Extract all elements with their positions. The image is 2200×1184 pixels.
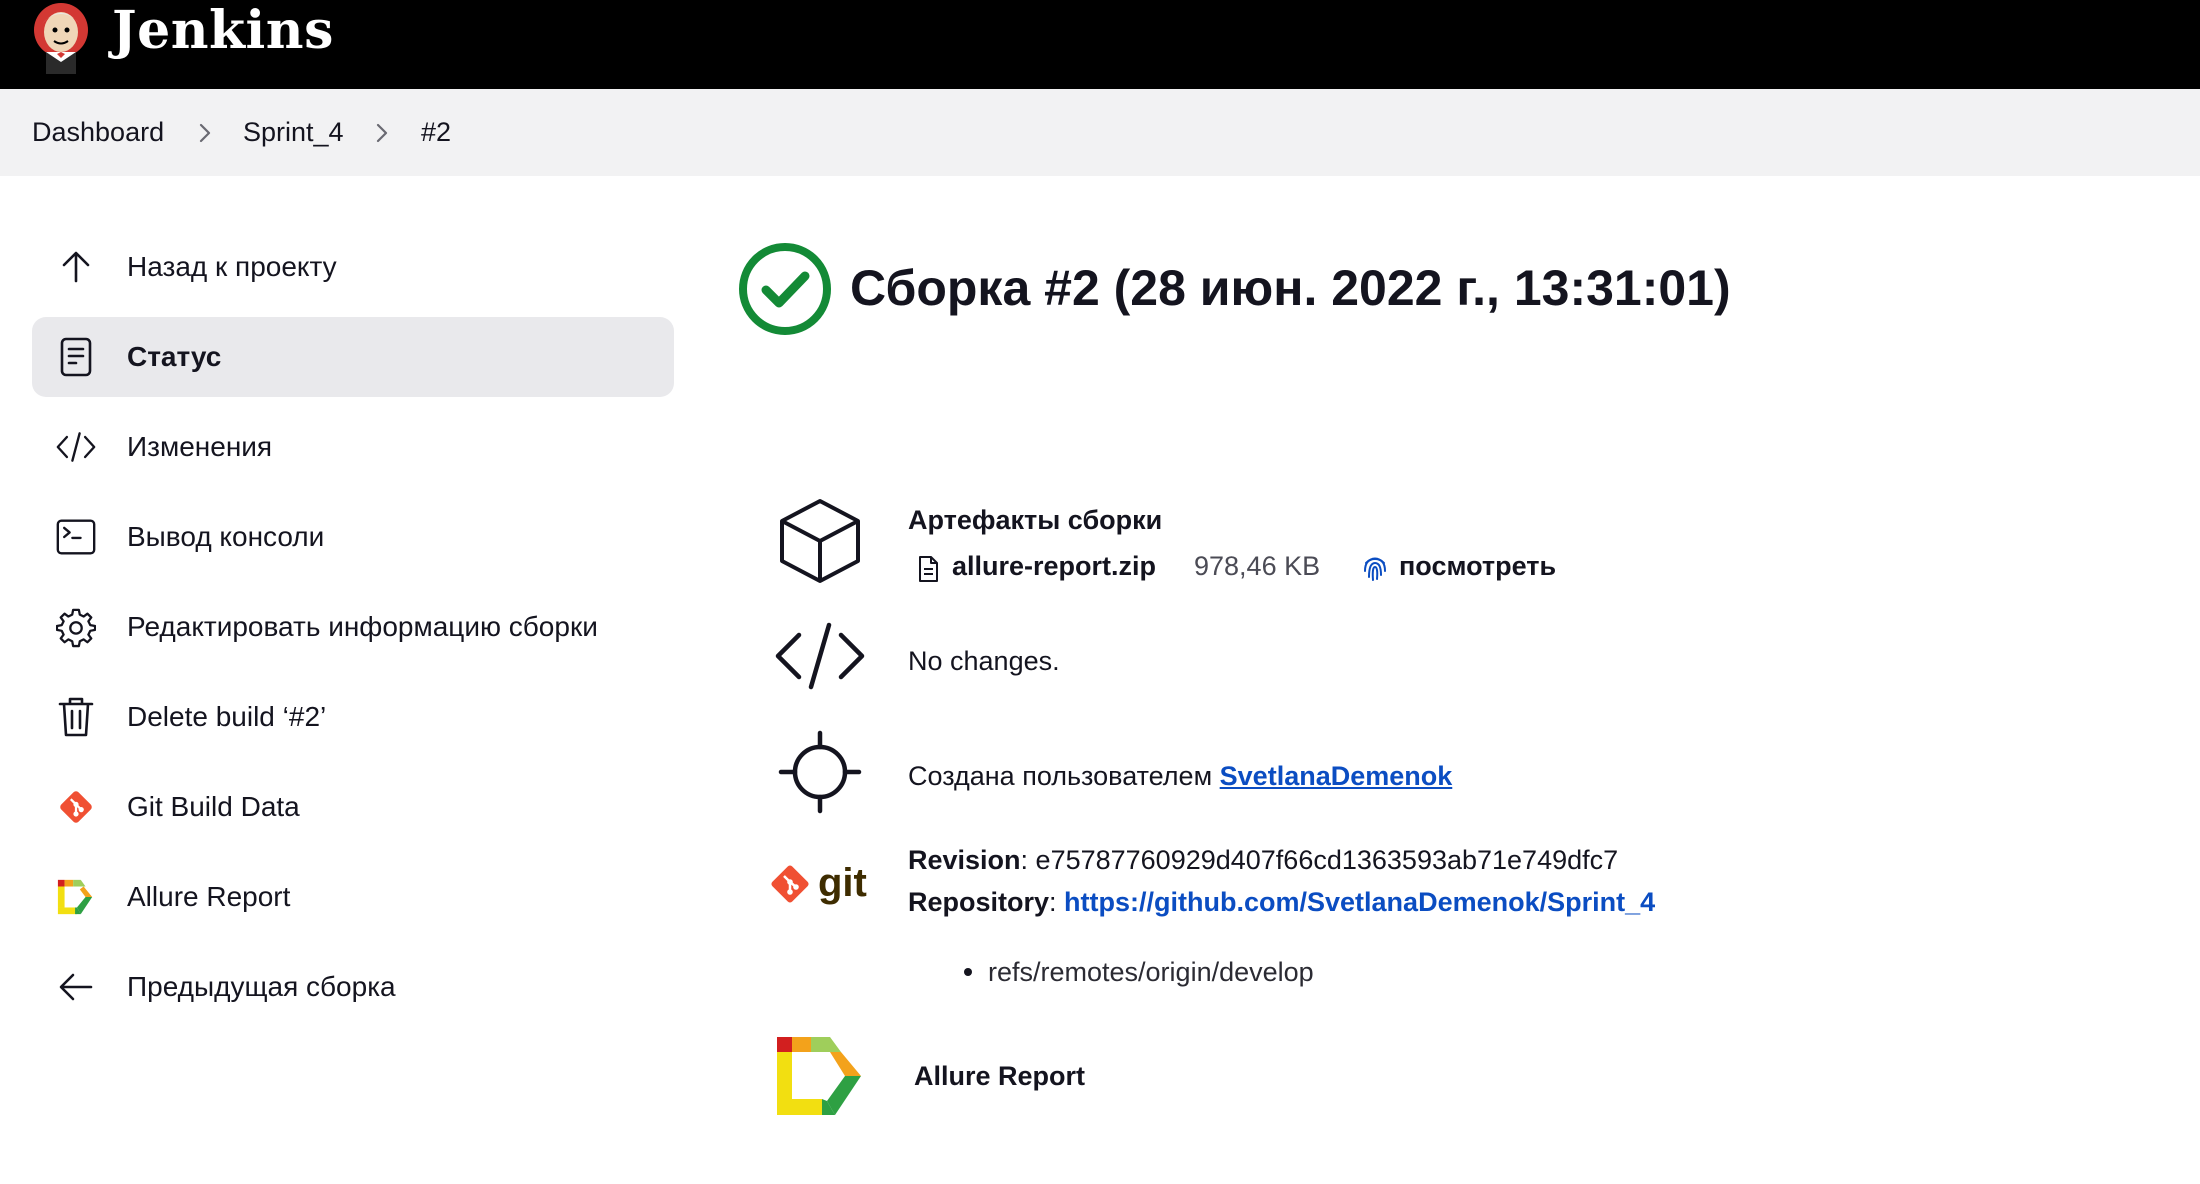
repository-link[interactable]: https://github.com/SvetlanaDemenok/Sprin… <box>1064 887 1655 917</box>
git-repository: Repository: https://github.com/SvetlanaD… <box>908 884 1655 920</box>
document-icon <box>56 337 96 377</box>
arrow-left-icon <box>56 967 96 1007</box>
sidebar-item-status[interactable]: Статус <box>32 317 674 397</box>
code-icon <box>772 620 868 692</box>
sidebar-item-back-to-project[interactable]: Назад к проекту <box>32 227 674 307</box>
git-logo-icon: git <box>770 856 872 912</box>
arrow-up-icon <box>56 247 96 287</box>
view-artifacts-link[interactable]: посмотреть <box>1399 548 1556 584</box>
page-title: Сборка #2 (28 июн. 2022 г., 13:31:01) <box>850 260 1731 316</box>
build-artifacts-link[interactable]: Артефакты сборки <box>908 502 1162 538</box>
allure-logo-icon <box>774 1034 866 1118</box>
sidebar-item-previous-build[interactable]: Предыдущая сборка <box>32 947 674 1027</box>
repository-separator: : <box>1049 887 1065 917</box>
breadcrumb: Dashboard Sprint_4 #2 <box>0 89 2200 176</box>
no-changes-text: No changes. <box>908 646 1060 676</box>
gear-icon <box>56 607 96 648</box>
branch-item: refs/remotes/origin/develop <box>988 957 1314 987</box>
allure-report-link[interactable]: Allure Report <box>914 1058 1085 1094</box>
git-logo-text: git <box>818 861 867 905</box>
revision-value: : e75787760929d407f66cd1363593ab71e749df… <box>1020 845 1619 875</box>
allure-icon <box>56 877 96 917</box>
breadcrumb-build[interactable]: #2 <box>421 89 451 176</box>
build-cause: Создана пользователем SvetlanaDemenok <box>908 758 1452 794</box>
success-check-icon <box>738 242 832 336</box>
top-header: Jenkins <box>0 0 2200 89</box>
sidebar-item-label: Редактировать информацию сборки <box>127 611 598 642</box>
sidebar-item-console-output[interactable]: Вывод консоли <box>32 497 674 577</box>
breadcrumb-dashboard[interactable]: Dashboard <box>32 89 164 176</box>
chevron-right-icon <box>195 89 215 176</box>
terminal-icon <box>56 517 96 557</box>
bullet-icon <box>963 967 973 977</box>
sidebar-item-changes[interactable]: Изменения <box>32 407 674 487</box>
sidebar-item-delete-build[interactable]: Delete build ‘#2’ <box>32 677 674 757</box>
sidebar-item-label: Вывод консоли <box>127 521 325 552</box>
sidebar-item-label: Allure Report <box>127 881 291 912</box>
trash-icon <box>56 697 96 737</box>
git-icon <box>56 787 96 827</box>
code-icon <box>56 427 96 467</box>
sidebar-item-label: Назад к проекту <box>127 251 337 282</box>
sidebar-item-git-build-data[interactable]: Git Build Data <box>32 767 674 847</box>
revision-label: Revision <box>908 845 1021 875</box>
package-icon <box>776 496 864 586</box>
sidebar-item-label: Статус <box>127 341 222 372</box>
repository-label: Repository <box>908 887 1050 917</box>
fingerprint-icon[interactable] <box>1360 552 1390 584</box>
jenkins-logo-icon[interactable] <box>28 0 94 74</box>
user-link[interactable]: SvetlanaDemenok <box>1220 761 1453 791</box>
git-revision: Revision: e75787760929d407f66cd1363593ab… <box>908 842 1618 878</box>
sidebar-item-label: Delete build ‘#2’ <box>127 701 327 732</box>
artifact-file-link[interactable]: allure-report.zip <box>952 548 1156 584</box>
sidebar-item-label: Предыдущая сборка <box>127 971 396 1002</box>
app-name[interactable]: Jenkins <box>112 0 334 64</box>
sidebar-item-allure-report[interactable]: Allure Report <box>32 857 674 937</box>
file-icon <box>916 554 940 584</box>
artifact-file-size: 978,46 KB <box>1194 551 1321 581</box>
sidebar-item-edit-build-info[interactable]: Редактировать информацию сборки <box>32 587 674 667</box>
sidebar-item-label: Изменения <box>127 431 273 462</box>
build-cause-prefix: Создана пользователем <box>908 761 1213 791</box>
breadcrumb-project[interactable]: Sprint_4 <box>243 89 344 176</box>
crosshair-user-icon <box>776 728 864 816</box>
chevron-right-icon <box>372 89 392 176</box>
sidebar-item-label: Git Build Data <box>127 791 300 822</box>
